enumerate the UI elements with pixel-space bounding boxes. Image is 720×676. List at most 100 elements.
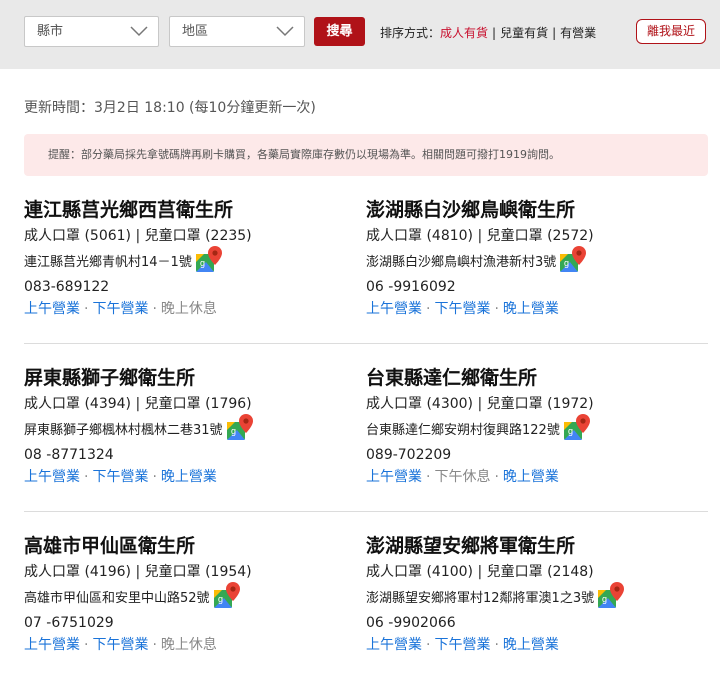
hours-separator: ·	[84, 301, 89, 317]
store-address: 澎湖縣白沙鄉鳥嶼村漁港新村3號	[366, 255, 557, 270]
sort-options: 排序方式：成人有貨 | 兒童有貨 | 有營業	[380, 24, 596, 41]
svg-text:g: g	[200, 258, 205, 268]
sort-adult-stock[interactable]: 成人有貨	[440, 26, 488, 40]
hours-item: 下午營業	[92, 637, 149, 653]
hours-separator: ·	[426, 469, 431, 485]
store-name[interactable]: 澎湖縣望安鄉將軍衛生所	[366, 533, 696, 559]
mask-stock: 成人口罩 (4196) | 兒童口罩 (1954)	[24, 564, 252, 580]
store-address-row: 澎湖縣白沙鄉鳥嶼村漁港新村3號 g	[366, 246, 696, 276]
county-select-label: 縣市	[37, 24, 64, 39]
store-address-row: 台東縣達仁鄉安朔村復興路122號 g	[366, 414, 696, 444]
sort-child-stock[interactable]: 兒童有貨	[500, 26, 548, 40]
search-button[interactable]: 搜尋	[314, 17, 365, 46]
district-select[interactable]: 地區	[169, 16, 305, 47]
hours-item: 下午營業	[434, 637, 491, 653]
hours-item: 下午營業	[92, 469, 149, 485]
store-phone[interactable]: 083-689122	[24, 276, 354, 298]
svg-text:g: g	[602, 594, 607, 604]
hours-item: 下午營業	[92, 301, 149, 317]
update-time: 更新時間：3月2日 18:10 (每10分鐘更新一次)	[24, 100, 316, 116]
store-name[interactable]: 台東縣達仁鄉衛生所	[366, 365, 696, 391]
store-address: 台東縣達仁鄉安朔村復興路122號	[366, 423, 560, 438]
mask-stock: 成人口罩 (4100) | 兒童口罩 (2148)	[366, 564, 594, 580]
svg-text:g: g	[218, 594, 223, 604]
google-maps-icon[interactable]: g	[212, 580, 242, 610]
store-hours: 上午營業 · 下午營業 · 晚上營業	[366, 298, 696, 320]
hours-separator: ·	[84, 637, 89, 653]
svg-text:g: g	[568, 426, 573, 436]
hours-item: 下午營業	[434, 301, 491, 317]
district-select-label: 地區	[182, 24, 209, 39]
hours-item: 晚上營業	[502, 637, 559, 653]
store-phone[interactable]: 06 -9916092	[366, 276, 696, 298]
store-card: 屏東縣獅子鄉衛生所成人口罩 (4394) | 兒童口罩 (1796) 屏東縣獅子鄉…	[24, 365, 354, 488]
store-name[interactable]: 高雄市甲仙區衛生所	[24, 533, 354, 559]
hours-item: 晚上休息	[160, 637, 217, 653]
chevron-down-icon	[276, 26, 294, 37]
hours-separator: ·	[152, 637, 157, 653]
store-address-row: 高雄市甲仙區和安里中山路52號 g	[24, 582, 354, 612]
store-address-row: 屏東縣獅子鄉楓林村楓林二巷31號 g	[24, 414, 354, 444]
row-divider	[24, 511, 708, 512]
google-maps-icon[interactable]: g	[562, 412, 592, 442]
store-hours: 上午營業 · 下午營業 · 晚上營業	[24, 466, 354, 488]
sort-prefix: 排序方式：	[380, 26, 441, 40]
filter-bar: 縣市 地區 搜尋 排序方式：成人有貨 | 兒童有貨 | 有營業 離我最近	[0, 0, 720, 69]
mask-stock: 成人口罩 (4300) | 兒童口罩 (1972)	[366, 396, 594, 412]
store-address-row: 澎湖縣望安鄉將軍村12鄰將軍澳1之3號 g	[366, 582, 696, 612]
google-maps-icon[interactable]: g	[558, 244, 588, 274]
county-select[interactable]: 縣市	[24, 16, 159, 47]
sort-separator: |	[492, 26, 497, 40]
hours-separator: ·	[494, 469, 499, 485]
store-address: 澎湖縣望安鄉將軍村12鄰將軍澳1之3號	[366, 591, 595, 606]
mask-stock: 成人口罩 (5061) | 兒童口罩 (2235)	[24, 228, 252, 244]
hours-item: 上午營業	[366, 469, 422, 485]
store-card: 連江縣莒光鄉西莒衛生所成人口罩 (5061) | 兒童口罩 (2235) 連江縣莒…	[24, 197, 354, 320]
store-card: 高雄市甲仙區衛生所成人口罩 (4196) | 兒童口罩 (1954) 高雄市甲仙區…	[24, 533, 354, 656]
hours-item: 晚上營業	[502, 301, 559, 317]
hours-item: 晚上營業	[502, 469, 559, 485]
store-address-row: 連江縣莒光鄉青帆村14－1號 g	[24, 246, 354, 276]
store-phone[interactable]: 06 -9902066	[366, 612, 696, 634]
store-address: 屏東縣獅子鄉楓林村楓林二巷31號	[24, 423, 223, 438]
hours-separator: ·	[494, 301, 499, 317]
hours-separator: ·	[84, 469, 89, 485]
store-hours: 上午營業 · 下午營業 · 晚上營業	[366, 634, 696, 656]
sort-separator: |	[552, 26, 557, 40]
google-maps-icon[interactable]: g	[225, 412, 255, 442]
store-phone[interactable]: 089-702209	[366, 444, 696, 466]
store-hours: 上午營業 · 下午休息 · 晚上營業	[366, 466, 696, 488]
svg-text:g: g	[231, 426, 236, 436]
hours-separator: ·	[152, 469, 157, 485]
mask-stock: 成人口罩 (4394) | 兒童口罩 (1796)	[24, 396, 252, 412]
store-card: 澎湖縣望安鄉將軍衛生所成人口罩 (4100) | 兒童口罩 (2148) 澎湖縣望…	[366, 533, 696, 656]
notice-banner: 提醒：部分藥局採先拿號碼牌再刷卡購買，各藥局實際庫存數仍以現場為準。相關問題可撥…	[24, 134, 708, 176]
row-divider	[24, 343, 708, 344]
store-card: 台東縣達仁鄉衛生所成人口罩 (4300) | 兒童口罩 (1972) 台東縣達仁鄉…	[366, 365, 696, 488]
store-name[interactable]: 屏東縣獅子鄉衛生所	[24, 365, 354, 391]
nearest-button[interactable]: 離我最近	[636, 19, 706, 44]
google-maps-icon[interactable]: g	[596, 580, 626, 610]
hours-item: 上午營業	[24, 637, 80, 653]
mask-stock: 成人口罩 (4810) | 兒童口罩 (2572)	[366, 228, 594, 244]
store-card: 澎湖縣白沙鄉鳥嶼衛生所成人口罩 (4810) | 兒童口罩 (2572) 澎湖縣白…	[366, 197, 696, 320]
hours-item: 上午營業	[24, 301, 80, 317]
hours-separator: ·	[426, 637, 431, 653]
store-hours: 上午營業 · 下午營業 · 晚上休息	[24, 298, 354, 320]
store-name[interactable]: 澎湖縣白沙鄉鳥嶼衛生所	[366, 197, 696, 223]
store-phone[interactable]: 08 -8771324	[24, 444, 354, 466]
store-phone[interactable]: 07 -6751029	[24, 612, 354, 634]
sort-open[interactable]: 有營業	[560, 26, 596, 40]
google-maps-icon[interactable]: g	[194, 244, 224, 274]
hours-separator: ·	[494, 637, 499, 653]
hours-item: 上午營業	[24, 469, 80, 485]
chevron-down-icon	[130, 26, 148, 37]
store-hours: 上午營業 · 下午營業 · 晚上休息	[24, 634, 354, 656]
hours-item: 上午營業	[366, 301, 422, 317]
store-name[interactable]: 連江縣莒光鄉西莒衛生所	[24, 197, 354, 223]
store-address: 高雄市甲仙區和安里中山路52號	[24, 591, 210, 606]
hours-item: 上午營業	[366, 637, 422, 653]
hours-item: 晚上營業	[160, 469, 217, 485]
hours-item: 下午休息	[434, 469, 491, 485]
hours-separator: ·	[426, 301, 431, 317]
